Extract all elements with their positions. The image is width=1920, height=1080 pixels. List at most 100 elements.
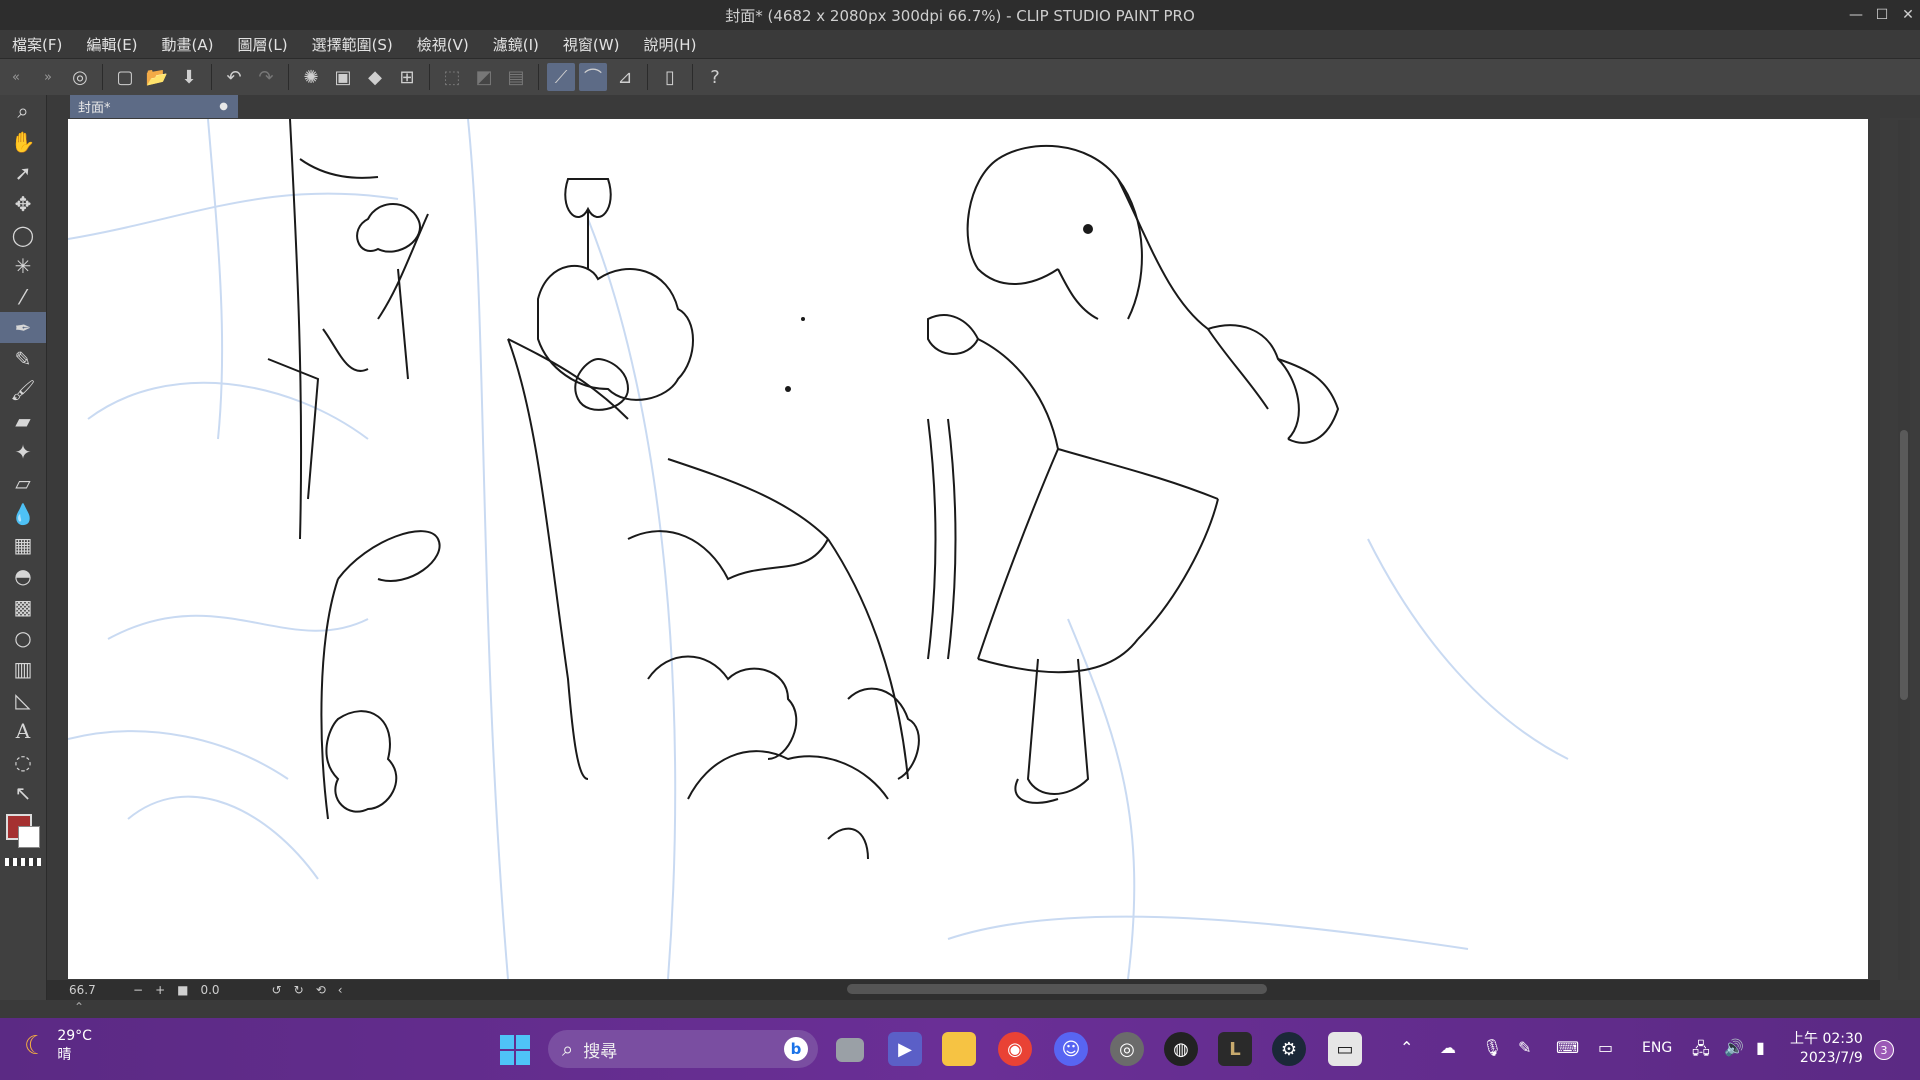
show-selection-icon[interactable]: ▤ [502, 63, 530, 91]
bing-icon[interactable]: b [784, 1037, 808, 1061]
horizontal-scroll-thumb[interactable] [847, 984, 1267, 994]
clip-studio-icon[interactable]: ◎ [66, 63, 94, 91]
language-indicator[interactable]: ENG [1642, 1040, 1672, 1056]
eyedropper-icon[interactable]: ⁄ [0, 281, 46, 312]
teams-meet-icon[interactable]: ▶ [888, 1032, 922, 1066]
redo-icon[interactable]: ↷ [252, 63, 280, 91]
operation-tool-icon[interactable]: ➚ [0, 157, 46, 188]
chrome-icon[interactable]: ◉ [998, 1032, 1032, 1066]
zoom-tool-icon[interactable]: ⌕ [0, 95, 46, 126]
menu-animation[interactable]: 動畫(A) [150, 34, 226, 55]
pen-tool-icon[interactable]: ✒ [0, 312, 46, 343]
league-icon[interactable]: L [1218, 1032, 1252, 1066]
clear-icon[interactable]: ✺ [297, 63, 325, 91]
menu-edit[interactable]: 編輯(E) [74, 34, 149, 55]
menu-view[interactable]: 檢視(V) [405, 34, 481, 55]
clock[interactable]: 上午 02:30 2023/7/9 [1790, 1030, 1863, 1068]
task-view-icon[interactable] [836, 1038, 864, 1062]
help-icon[interactable]: ? [701, 63, 729, 91]
onedrive-icon[interactable]: ☁ [1440, 1038, 1456, 1057]
document-tab[interactable]: 封面* ● [70, 95, 238, 118]
mesh-icon[interactable]: ▦ [0, 529, 46, 560]
undo-icon[interactable]: ↶ [220, 63, 248, 91]
pen-icon[interactable]: ✎ [1518, 1038, 1531, 1057]
keyboard-icon[interactable]: ⌨ [1556, 1038, 1579, 1057]
notification-badge[interactable]: 3 [1874, 1040, 1894, 1060]
divider [647, 64, 648, 90]
fill-icon[interactable]: ◆ [361, 63, 389, 91]
decoration-icon[interactable]: ✦ [0, 436, 46, 467]
menu-window[interactable]: 視窗(W) [551, 34, 632, 55]
text-tool-icon[interactable]: A [0, 715, 46, 746]
transparent-color-swatch[interactable] [5, 858, 41, 866]
zoom-out-icon[interactable]: − [127, 983, 149, 997]
brush-tool-icon[interactable]: 🖌 [0, 374, 46, 405]
obs-icon[interactable]: ◍ [1164, 1032, 1198, 1066]
transform-icon[interactable]: ⊞ [393, 63, 421, 91]
panel-collapse-icon[interactable]: « [2, 63, 30, 91]
open-folder-icon[interactable]: 📂 [143, 63, 171, 91]
pencil-tool-icon[interactable]: ✎ [0, 343, 46, 374]
snap-ruler-icon[interactable]: ⟋ [547, 63, 575, 91]
magic-wand-icon[interactable]: ✳ [0, 250, 46, 281]
weather-widget[interactable]: ☾ 29°C 晴 [24, 1028, 92, 1064]
reset-rotation-icon[interactable]: ⟲ [310, 983, 332, 997]
ruler-icon[interactable]: ◺ [0, 684, 46, 715]
steam-icon[interactable]: ⚙ [1272, 1032, 1306, 1066]
airbrush-icon[interactable]: ▰ [0, 405, 46, 436]
microphone-icon[interactable]: 🎙 [1482, 1038, 1502, 1057]
blend-icon[interactable]: 💧 [0, 498, 46, 529]
clip-studio-taskbar-icon[interactable]: ◎ [1110, 1032, 1144, 1066]
menu-layer[interactable]: 圖層(L) [226, 34, 300, 55]
taskbar-search[interactable]: ⌕ 搜尋 b [548, 1030, 818, 1068]
balloon-icon[interactable]: ◌ [0, 746, 46, 777]
frame-border-icon[interactable]: ▥ [0, 653, 46, 684]
invert-selection-icon[interactable]: ◩ [470, 63, 498, 91]
menu-filter[interactable]: 濾鏡(I) [481, 34, 551, 55]
rotate-left-icon[interactable]: ↺ [266, 983, 288, 997]
maximize-icon[interactable]: ☐ [1870, 0, 1894, 30]
display-icon[interactable]: ▭ [1598, 1038, 1613, 1057]
device-icon[interactable]: ▯ [656, 63, 684, 91]
vertical-scroll-thumb[interactable] [1900, 430, 1908, 700]
figure-icon[interactable]: ○ [0, 622, 46, 653]
new-file-icon[interactable]: ▢ [111, 63, 139, 91]
chevron-up-icon[interactable]: ⌃ [1400, 1038, 1413, 1057]
fill-bucket-icon[interactable]: ◓ [0, 560, 46, 591]
correct-line-icon[interactable]: ↖ [0, 777, 46, 808]
battery-icon[interactable]: ▮ [1756, 1038, 1765, 1057]
rotation-value[interactable]: 0.0 [194, 983, 225, 997]
windows-start-icon[interactable] [500, 1035, 530, 1065]
line-icon[interactable]: ▭ [1328, 1032, 1362, 1066]
move-layer-icon[interactable]: ✥ [0, 188, 46, 219]
rotate-right-icon[interactable]: ↻ [288, 983, 310, 997]
sub-color-swatch[interactable] [18, 826, 40, 848]
fit-icon[interactable]: ■ [171, 983, 194, 997]
snap-grid-icon[interactable]: ⊿ [611, 63, 639, 91]
clear-outside-icon[interactable]: ▣ [329, 63, 357, 91]
save-icon[interactable]: ⬇ [175, 63, 203, 91]
discord-icon[interactable]: ☺ [1054, 1032, 1088, 1066]
gradient-icon[interactable]: ▩ [0, 591, 46, 622]
scroll-left-icon[interactable]: ‹ [332, 983, 349, 997]
eraser-icon[interactable]: ▱ [0, 467, 46, 498]
deselect-icon[interactable]: ⬚ [438, 63, 466, 91]
file-explorer-icon[interactable] [942, 1032, 976, 1066]
zoom-in-icon[interactable]: + [149, 983, 171, 997]
snap-special-ruler-icon[interactable]: ⌒ [579, 63, 607, 91]
minimize-icon[interactable]: — [1844, 0, 1868, 30]
menu-selection[interactable]: 選擇範圍(S) [300, 34, 405, 55]
zoom-value[interactable]: 66.7 [47, 983, 127, 997]
hand-tool-icon[interactable]: ✋ [0, 126, 46, 157]
panel-expand-icon[interactable]: » [34, 63, 62, 91]
collapse-up-icon[interactable]: ⌃ [74, 1000, 84, 1014]
close-tab-icon[interactable]: ● [219, 101, 228, 112]
menu-file[interactable]: 檔案(F) [0, 34, 74, 55]
lasso-selection-icon[interactable]: ◯ [0, 219, 46, 250]
drawing-canvas[interactable] [68, 119, 1868, 979]
menu-help[interactable]: 說明(H) [631, 34, 708, 55]
vertical-scrollbar[interactable] [1898, 120, 1910, 980]
close-icon[interactable]: ✕ [1896, 0, 1920, 30]
volume-icon[interactable]: 🔊 [1724, 1038, 1744, 1057]
network-icon[interactable]: 🖧 [1692, 1038, 1710, 1065]
